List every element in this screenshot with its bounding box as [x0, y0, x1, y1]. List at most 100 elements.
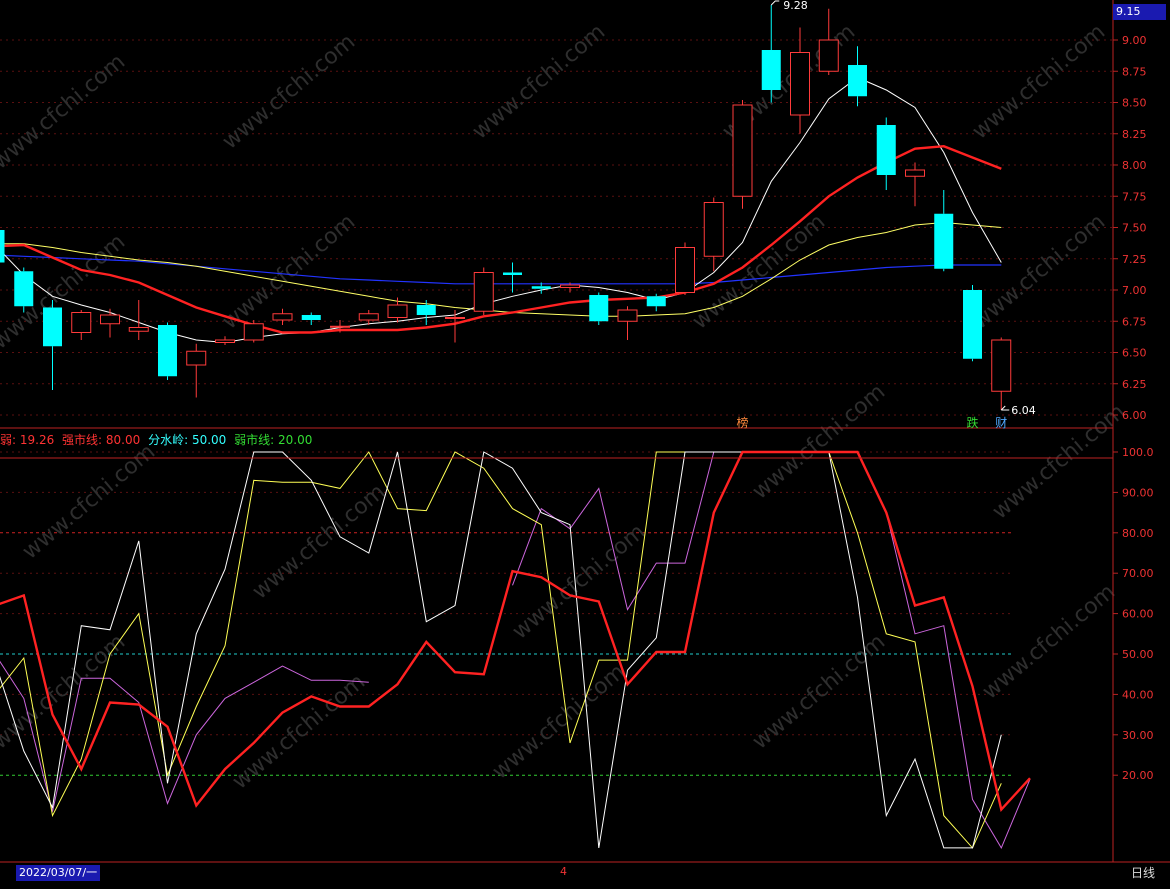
low-pointer — [1000, 405, 1010, 411]
candle-body — [703, 202, 724, 257]
candle — [905, 162, 925, 207]
candle — [934, 190, 954, 272]
candle-body — [905, 169, 925, 177]
indicator-legend: 弱: 19.26 强市线: 80.00 分水岭: 50.00 弱市线: 20.0… — [0, 431, 316, 448]
date-badge: 2022/03/07/一 — [16, 865, 101, 881]
osc-axis-label: 40.00 — [1122, 688, 1154, 701]
candle — [732, 100, 753, 209]
candle — [473, 267, 494, 315]
candle — [71, 310, 92, 340]
price-axis-label: 7.25 — [1122, 253, 1147, 266]
watermark-text: www.cfchi.com — [978, 579, 1120, 704]
candle-body — [71, 312, 92, 333]
candle-body — [818, 39, 839, 72]
signal-marker: 跌 — [967, 415, 979, 430]
candle — [991, 337, 1012, 410]
low-price-label: 6.04 — [1011, 404, 1036, 417]
candle-body — [186, 350, 207, 366]
price-axis-label: 9.00 — [1122, 34, 1147, 47]
candle-body — [675, 247, 695, 293]
osc-axis-label: 80.00 — [1122, 527, 1154, 540]
price-axis-label: 7.50 — [1122, 222, 1147, 235]
current-price-badge: 9.15 — [1113, 4, 1166, 20]
candle-body — [560, 284, 580, 288]
candle — [43, 300, 62, 390]
candle-body — [473, 272, 494, 312]
candle-body — [272, 313, 293, 321]
candle-body — [387, 304, 408, 318]
price-axis-label: 7.75 — [1122, 190, 1147, 203]
chart-window[interactable]: www.cfchi.com www.cfchi.com www.cfchi.com w… — [0, 0, 1170, 885]
candle-body — [158, 325, 177, 377]
watermark-text: www.cfchi.com — [488, 659, 630, 784]
candle-body — [589, 295, 609, 322]
candle — [215, 336, 235, 345]
candle — [301, 312, 321, 325]
candle — [675, 242, 695, 295]
candle-body — [617, 309, 638, 322]
candle-body — [358, 313, 379, 321]
candle — [186, 343, 207, 398]
grid-lines — [0, 39, 1113, 776]
candle — [790, 27, 810, 134]
candle-body — [330, 325, 350, 328]
candle-body — [445, 317, 465, 319]
price-axis-label: 8.00 — [1122, 159, 1147, 172]
watermark-text: www.cfchi.com — [248, 479, 390, 604]
price-axis-label: 8.50 — [1122, 97, 1147, 110]
legend-weak-line: 弱市线: 20.00 — [234, 433, 313, 447]
legend-strong-line: 强市线: 80.00 — [62, 433, 141, 447]
candle-body — [14, 271, 34, 307]
candle — [876, 117, 896, 190]
high-price-label: 9.28 — [783, 0, 808, 12]
candle — [387, 297, 408, 323]
candle-body — [991, 339, 1012, 392]
candle-body — [0, 230, 5, 263]
watermark-text: www.cfchi.com — [748, 379, 890, 504]
candle-body — [43, 307, 62, 347]
candle — [503, 262, 522, 293]
candle — [589, 292, 609, 325]
candle-body — [848, 65, 867, 97]
candle — [761, 5, 781, 103]
candle-body — [646, 296, 666, 307]
price-axis-label: 7.00 — [1122, 284, 1147, 297]
candle — [646, 293, 666, 312]
price-axis-label: 6.25 — [1122, 378, 1147, 391]
osc-magenta-line — [512, 451, 1031, 850]
candle-body — [790, 52, 810, 116]
watermark-text: www.cfchi.com — [968, 19, 1110, 144]
candle — [0, 230, 5, 263]
candle-body — [503, 272, 522, 275]
watermark-text: www.cfchi.com — [988, 399, 1130, 524]
watermark-text: www.cfchi.com — [228, 669, 370, 794]
watermark-text: www.cfchi.com — [748, 629, 890, 754]
candle-body — [416, 305, 436, 315]
price-axis-label: 8.75 — [1122, 65, 1147, 78]
osc-axis-label: 70.00 — [1122, 567, 1154, 580]
candle-body — [876, 125, 896, 175]
candle — [14, 267, 34, 313]
candle — [818, 8, 839, 75]
candle — [100, 308, 120, 338]
candle-body — [531, 286, 551, 289]
watermark-text: www.cfchi.com — [468, 19, 610, 144]
markers: 9.28 6.04 榜 跌 财 — [737, 0, 1036, 430]
candle — [848, 46, 867, 107]
signal-marker: 榜 — [737, 415, 749, 430]
candle-body — [215, 339, 235, 343]
cursor-tick-marker: 4 — [560, 865, 567, 878]
watermark-layer: www.cfchi.com www.cfchi.com www.cfchi.com w… — [0, 19, 1130, 794]
candle-body — [243, 323, 264, 341]
candle — [963, 285, 982, 362]
price-axis-label: 6.50 — [1122, 347, 1147, 360]
candles — [0, 5, 1012, 410]
osc-axis-label: 20.00 — [1122, 769, 1154, 782]
candle-body — [761, 50, 781, 90]
legend-weak-value: 弱: 19.26 — [0, 433, 55, 447]
candle-body — [934, 213, 954, 269]
ma-blue-line — [0, 254, 1002, 285]
candle — [272, 308, 293, 325]
watermark-text: www.cfchi.com — [0, 49, 130, 174]
period-button[interactable]: 日线 — [1118, 864, 1168, 882]
